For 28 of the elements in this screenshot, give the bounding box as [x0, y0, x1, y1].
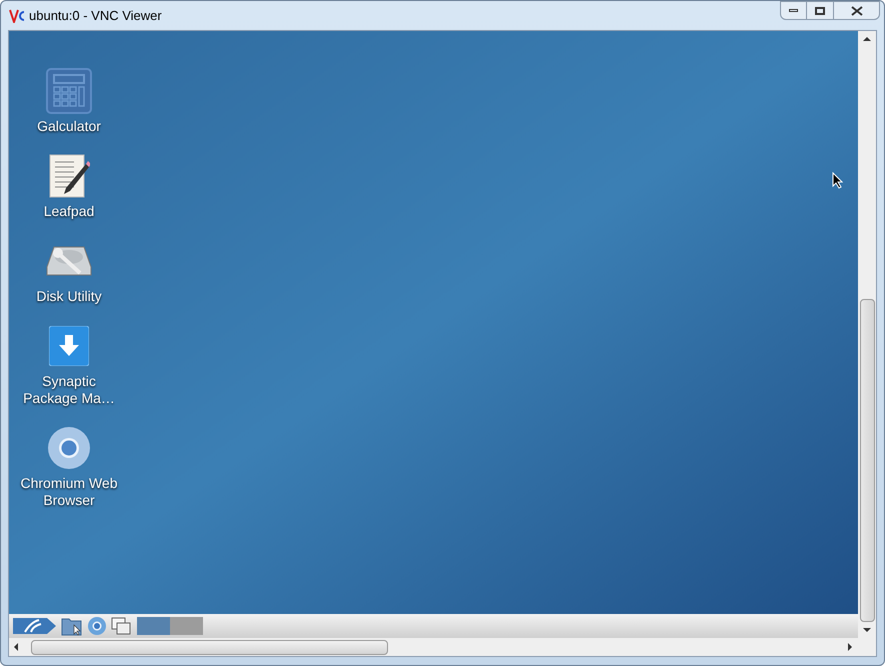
calculator-icon [46, 68, 92, 114]
close-button[interactable] [833, 1, 880, 20]
minimize-button[interactable] [780, 1, 807, 20]
download-arrow-icon [49, 326, 89, 366]
desktop-icon-label[interactable]: Leafpad [15, 203, 123, 220]
desktop-icon-label[interactable]: Galculator [15, 118, 123, 135]
scrollbar-thumb[interactable] [31, 640, 388, 654]
browser-globe-icon[interactable] [87, 616, 107, 636]
scroll-left-icon[interactable] [14, 643, 18, 651]
folder-icon[interactable] [61, 616, 83, 636]
desktop-icon-label[interactable]: Chromium Web Browser [15, 475, 123, 509]
horizontal-scrollbar[interactable] [9, 638, 876, 656]
browser-globe-icon [47, 426, 91, 470]
windows-icon[interactable] [111, 616, 131, 636]
app-logo-icon [9, 8, 25, 22]
notepad-pencil-icon [48, 154, 90, 198]
start-menu-icon[interactable] [11, 616, 57, 636]
scrollbar-thumb[interactable] [860, 299, 874, 622]
close-icon [850, 6, 862, 16]
maximize-button[interactable] [807, 1, 833, 20]
scroll-up-icon[interactable] [863, 37, 871, 41]
desktop-icon-label[interactable]: Disk Utility [15, 288, 123, 305]
scroll-right-icon[interactable] [848, 643, 852, 651]
desktop-icon-label[interactable]: Synaptic Package Ma… [15, 373, 123, 407]
mouse-cursor-icon [832, 172, 843, 189]
vertical-scrollbar[interactable] [858, 31, 876, 638]
scroll-down-icon[interactable] [863, 628, 871, 632]
window-title: ubuntu:0 - VNC Viewer [29, 6, 162, 25]
